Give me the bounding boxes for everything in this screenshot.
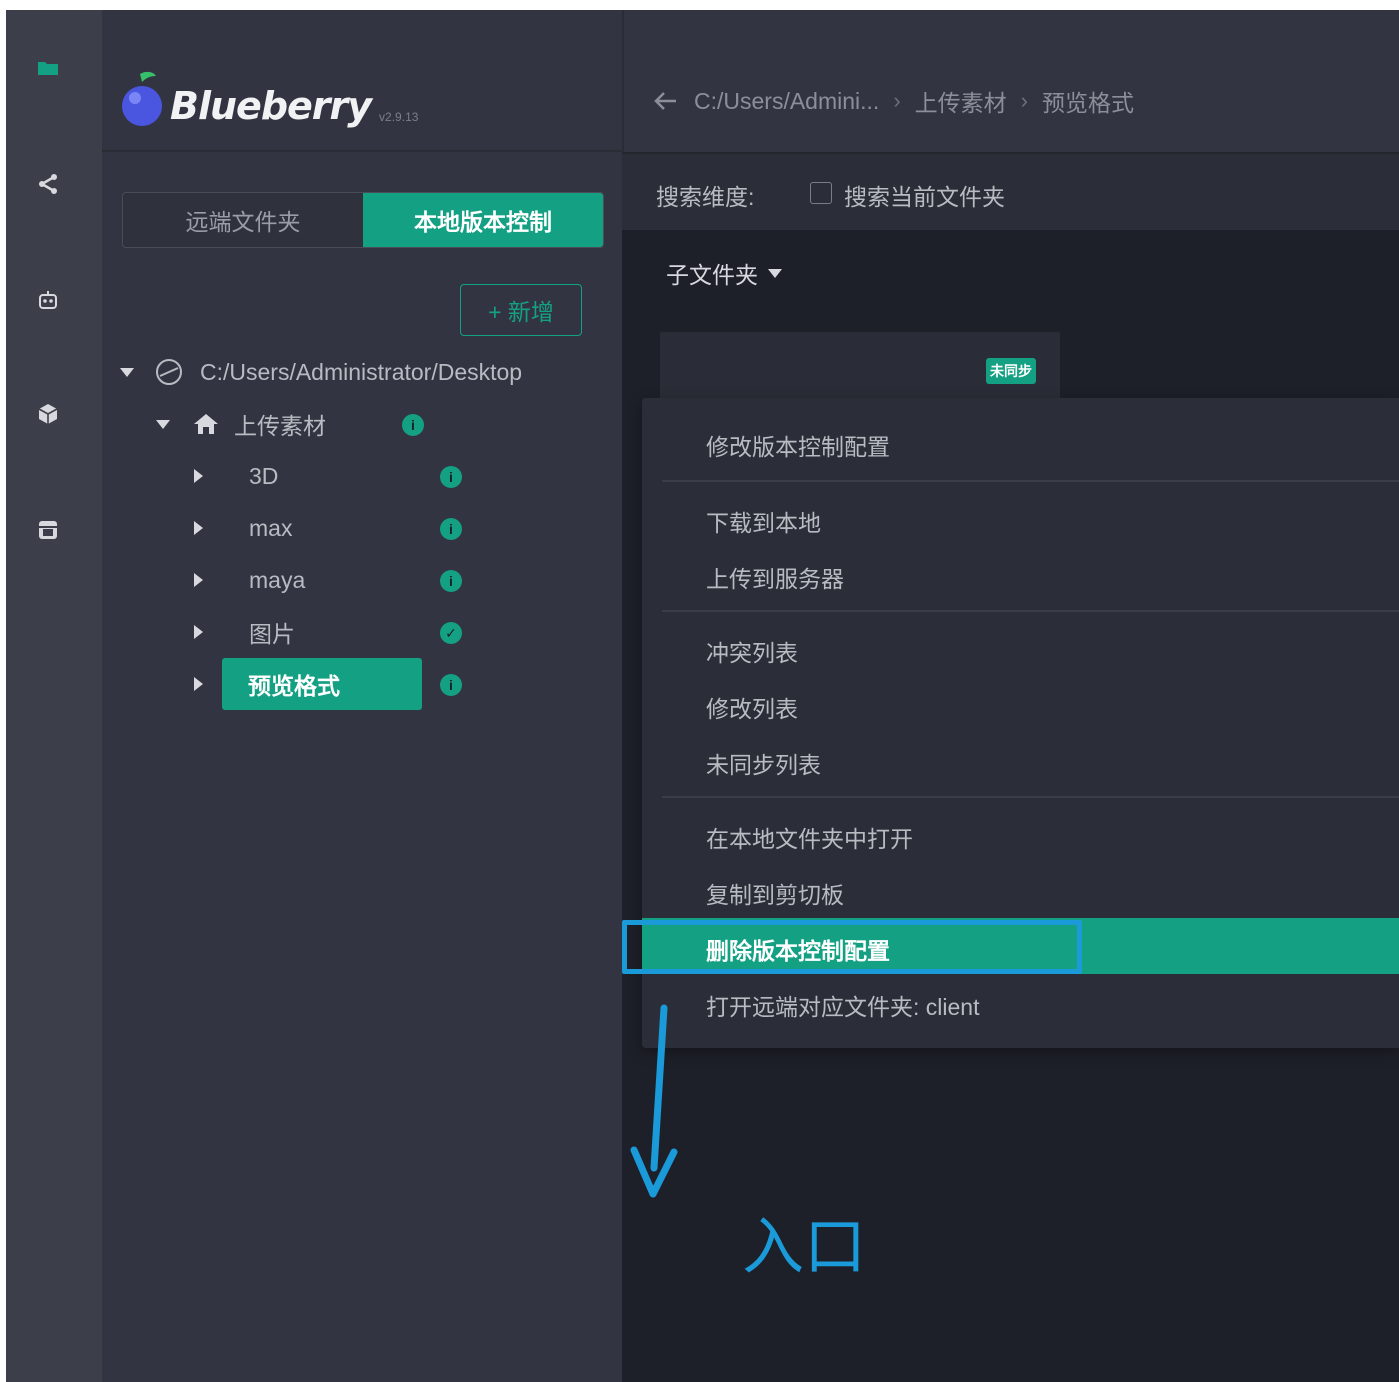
robot-icon[interactable]: [34, 286, 62, 314]
search-current-folder-label[interactable]: 搜索当前文件夹: [844, 178, 1005, 212]
header-divider: [102, 150, 622, 152]
chevron-down-icon: [768, 268, 782, 278]
menu-item-upload[interactable]: 上传到服务器: [706, 560, 844, 594]
subfolder-label: 子文件夹: [666, 262, 758, 288]
menu-divider: [662, 480, 1399, 482]
menu-item-copy-clipboard[interactable]: 复制到剪切板: [706, 876, 844, 910]
breadcrumb-item[interactable]: 上传素材: [915, 84, 1007, 118]
breadcrumb-item[interactable]: 预览格式: [1042, 84, 1134, 118]
chevron-down-icon[interactable]: [120, 367, 134, 377]
tree-node-maya[interactable]: maya: [194, 558, 305, 602]
store-icon[interactable]: [34, 516, 62, 544]
tree-node-selected[interactable]: 预览格式: [222, 658, 422, 710]
annotation-label: 入口: [742, 1210, 867, 1283]
context-menu: 修改版本控制配置 下载到本地 上传到服务器 冲突列表 修改列表 未同步列表 在本…: [642, 398, 1399, 1048]
tree-node-label: 预览格式: [248, 673, 340, 699]
app-logo: Blueberry v2.9.13: [120, 70, 418, 128]
chevron-right-icon[interactable]: [194, 625, 203, 639]
tree-root[interactable]: C:/Users/Administrator/Desktop: [120, 350, 522, 394]
tree-node-upload[interactable]: 上传素材: [156, 402, 326, 446]
synced-status-icon[interactable]: ✓: [440, 622, 462, 644]
share-icon[interactable]: [34, 170, 62, 198]
chevron-down-icon[interactable]: [156, 419, 170, 429]
back-arrow-icon[interactable]: [650, 86, 680, 116]
tab-remote-folder[interactable]: 远端文件夹: [123, 193, 363, 247]
tree-node-label: maya: [249, 566, 306, 593]
icon-rail: [6, 10, 102, 1382]
menu-item-label: 删除版本控制配置: [706, 938, 890, 964]
menu-divider: [662, 610, 1399, 612]
menu-item-unsynced-list[interactable]: 未同步列表: [706, 746, 821, 780]
search-current-folder-checkbox[interactable]: [810, 182, 832, 204]
tree-node-max[interactable]: max: [194, 506, 292, 550]
blueberry-logo-icon: [120, 70, 164, 128]
info-status-icon[interactable]: i: [440, 466, 462, 488]
tree-root-label: C:/Users/Administrator/Desktop: [200, 358, 523, 385]
chevron-right-icon: ›: [1020, 88, 1028, 113]
chevron-right-icon: ›: [893, 88, 901, 113]
chevron-right-icon[interactable]: [194, 469, 203, 483]
tree-node-label: max: [249, 514, 293, 541]
top-bar: C:/Users/Admini... › 上传素材 › 预览格式: [622, 10, 1399, 152]
cube-icon[interactable]: [34, 400, 62, 428]
tree-node-label: 图片: [249, 621, 295, 647]
status-badge: 未同步: [986, 358, 1036, 384]
search-bar: 搜索维度: 搜索当前文件夹: [622, 152, 1399, 230]
info-status-icon[interactable]: i: [402, 414, 424, 436]
chevron-right-icon[interactable]: [194, 573, 203, 587]
folder-icon[interactable]: [34, 54, 62, 82]
tree-node-label: 3D: [249, 462, 279, 489]
menu-item-conflict-list[interactable]: 冲突列表: [706, 634, 798, 668]
subfolder-dropdown[interactable]: 子文件夹: [666, 256, 782, 290]
menu-item-edit-config[interactable]: 修改版本控制配置: [706, 428, 890, 462]
main-panel: C:/Users/Admini... › 上传素材 › 预览格式 搜索维度: 搜…: [622, 10, 1399, 1382]
add-new-button[interactable]: + 新增: [460, 284, 582, 336]
app-name: Blueberry: [170, 84, 372, 128]
menu-item-download[interactable]: 下载到本地: [706, 504, 821, 538]
app-version: v2.9.13: [379, 110, 419, 124]
breadcrumb: C:/Users/Admini... › 上传素材 › 预览格式: [650, 84, 1134, 118]
menu-divider: [662, 796, 1399, 798]
tab-local-version-control[interactable]: 本地版本控制: [363, 193, 603, 247]
menu-item-modified-list[interactable]: 修改列表: [706, 690, 798, 724]
drive-icon: [154, 357, 184, 387]
tree-node-label: 上传素材: [234, 413, 326, 439]
menu-item-open-remote[interactable]: 打开远端对应文件夹: client: [706, 988, 979, 1022]
menu-item-delete-config[interactable]: 删除版本控制配置: [642, 918, 1399, 974]
sidebar: Blueberry v2.9.13 远端文件夹 本地版本控制 + 新增 C:/U…: [102, 10, 622, 1382]
tree-node-preview[interactable]: [194, 662, 203, 706]
source-tabs: 远端文件夹 本地版本控制: [122, 192, 604, 248]
tree-node-3d[interactable]: 3D: [194, 454, 278, 498]
menu-item-open-local[interactable]: 在本地文件夹中打开: [706, 820, 913, 854]
info-status-icon[interactable]: i: [440, 518, 462, 540]
info-status-icon[interactable]: i: [440, 570, 462, 592]
home-icon: [192, 410, 220, 438]
search-dimension-label: 搜索维度:: [656, 184, 755, 210]
chevron-right-icon[interactable]: [194, 677, 203, 691]
breadcrumb-item[interactable]: C:/Users/Admini...: [694, 88, 879, 115]
chevron-right-icon[interactable]: [194, 521, 203, 535]
tree-node-images[interactable]: 图片: [194, 610, 295, 654]
info-status-icon[interactable]: i: [440, 674, 462, 696]
